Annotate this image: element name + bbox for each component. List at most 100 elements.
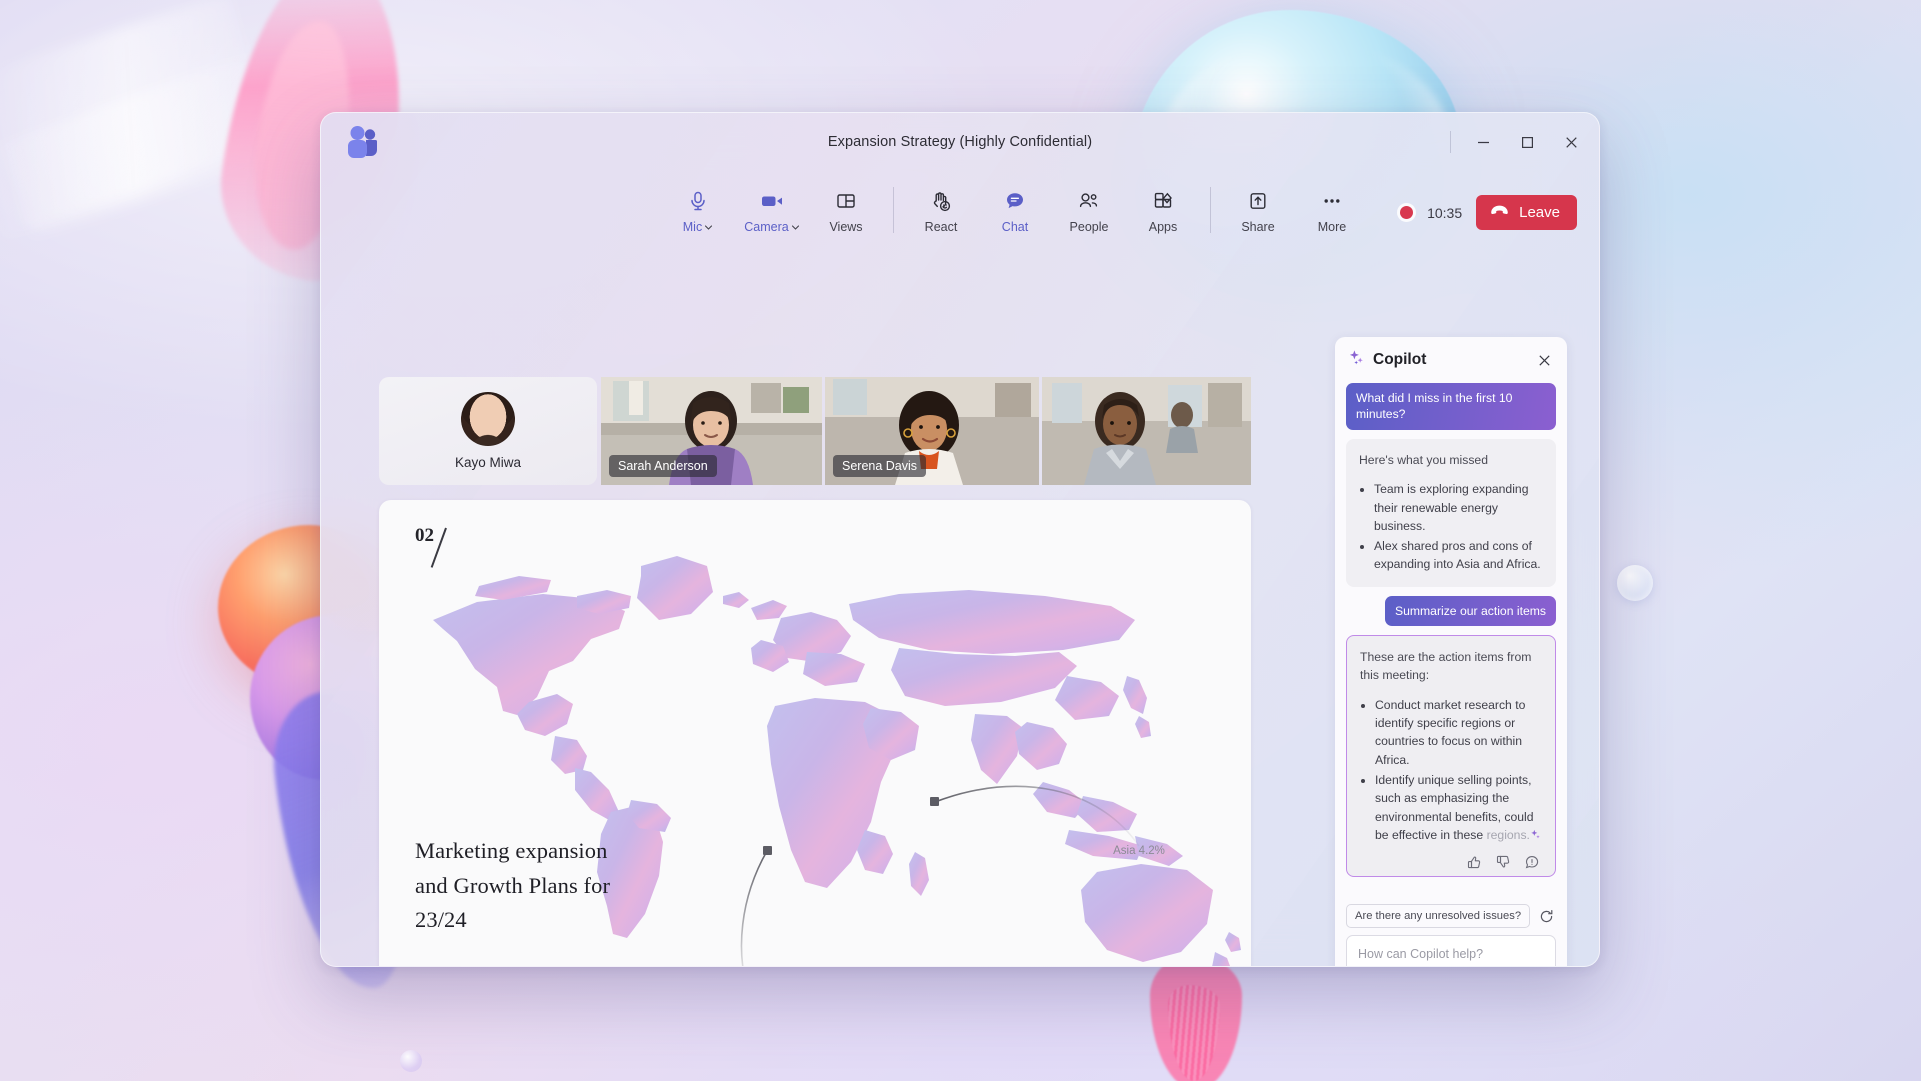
titlebar-divider xyxy=(1450,131,1451,153)
copilot-sparkle-icon xyxy=(1348,349,1365,371)
toolbar-item-react-text: React xyxy=(924,220,958,234)
copilot-response-1: Here's what you missed Team is exploring… xyxy=(1346,438,1556,587)
chevron-down-icon xyxy=(705,224,713,230)
leave-button[interactable]: Leave xyxy=(1476,195,1577,230)
apps-icon xyxy=(1152,189,1174,213)
list-item-tail: regions. xyxy=(1486,827,1530,842)
toolbar-divider-1 xyxy=(893,187,894,233)
toolbar-label-people: People xyxy=(1070,220,1109,234)
shared-slide[interactable]: 02 Asia 4.2% Marketing expansion and Gro… xyxy=(379,500,1251,966)
toolbar-label-share: Share xyxy=(1241,220,1274,234)
video-feed xyxy=(1042,377,1251,485)
toolbar-label-react: React xyxy=(925,220,958,234)
list-item: Team is exploring expanding their renewa… xyxy=(1374,480,1543,535)
views-grid-icon xyxy=(835,189,857,213)
copilot-response-2-bullets: Conduct market research to identify spec… xyxy=(1360,696,1542,844)
slide-title-line-3: 23/24 xyxy=(415,906,467,932)
copilot-conversation: What did I miss in the first 10 minutes?… xyxy=(1335,383,1567,894)
copilot-response-1-lead: Here's what you missed xyxy=(1359,452,1488,467)
copilot-user-message-2: Summarize our action items xyxy=(1384,595,1556,627)
copilot-response-2-lead: These are the action items from this mee… xyxy=(1360,650,1532,683)
close-icon[interactable] xyxy=(1549,122,1593,162)
meeting-toolbar: Mic Camera Views React Chat People Apps … xyxy=(321,171,1599,255)
thumbs-up-icon[interactable] xyxy=(1466,854,1482,870)
people-icon xyxy=(1077,189,1101,213)
report-info-icon[interactable] xyxy=(1524,854,1540,870)
slide-title-line-1: Marketing expansion xyxy=(415,838,608,864)
participant-name: Sarah Anderson xyxy=(609,454,717,477)
slide-title: Marketing expansion and Growth Plans for… xyxy=(415,834,610,937)
window-controls xyxy=(1450,113,1593,171)
video-tile-serena-davis[interactable]: Serena Davis xyxy=(825,377,1039,485)
toolbar-item-views-text: Views xyxy=(829,220,863,234)
slide-title-line-2: and Growth Plans for xyxy=(415,872,611,898)
hangup-phone-icon xyxy=(1490,204,1509,221)
toolbar-item-camera[interactable]: Camera xyxy=(735,181,809,234)
avatar xyxy=(461,392,515,446)
raise-hand-react-icon xyxy=(930,189,953,213)
chat-bubble-icon xyxy=(1004,189,1026,213)
list-item: Identify unique selling points, such as … xyxy=(1375,771,1542,844)
copilot-sparkle-icon xyxy=(1530,828,1541,842)
window-titlebar: Expansion Strategy (Highly Confidential) xyxy=(321,113,1599,171)
copilot-input-placeholder: How can Copilot help? xyxy=(1358,947,1484,961)
more-ellipsis-icon xyxy=(1321,189,1343,213)
toolbar-item-mic-text: Mic xyxy=(682,220,703,234)
bubble-decor-2 xyxy=(400,1050,422,1072)
participant-name: Kayo Miwa xyxy=(454,455,522,470)
meeting-timer: 10:35 xyxy=(1427,204,1463,221)
share-up-arrow-icon xyxy=(1247,189,1269,213)
toolbar-controls-group: Mic Camera Views React Chat People Apps … xyxy=(661,181,1369,234)
list-item: Alex shared pros and cons of expanding i… xyxy=(1374,537,1543,574)
toolbar-item-views[interactable]: Views xyxy=(809,181,883,234)
chevron-down-icon xyxy=(791,224,799,230)
toolbar-divider-2 xyxy=(1210,187,1211,233)
toolbar-label-mic: Mic xyxy=(683,220,713,234)
close-icon[interactable] xyxy=(1533,349,1555,371)
refresh-icon[interactable] xyxy=(1537,906,1556,926)
toolbar-item-people[interactable]: People xyxy=(1052,181,1126,234)
toolbar-item-apps-text: Apps xyxy=(1148,220,1178,234)
bubble-decor-1 xyxy=(1617,565,1653,601)
toolbar-label-apps: Apps xyxy=(1149,220,1178,234)
africa-leader-line xyxy=(740,846,772,966)
toolbar-label-chat: Chat xyxy=(1002,220,1028,234)
window-title: Expansion Strategy (Highly Confidential) xyxy=(827,134,1093,150)
toolbar-item-chat-text: Chat xyxy=(1001,220,1029,234)
teams-meeting-window: Expansion Strategy (Highly Confidential) xyxy=(320,112,1600,967)
toolbar-item-apps[interactable]: Apps xyxy=(1126,181,1200,234)
toolbar-item-share-text: Share xyxy=(1241,220,1275,234)
copilot-title: Copilot xyxy=(1373,351,1427,368)
toolbar-item-camera-text: Camera xyxy=(744,220,789,234)
video-gallery: Kayo Miwa Sarah Anderson Serena Davis xyxy=(379,377,1251,485)
copilot-suggestion-chip[interactable]: Are there any unresolved issues? xyxy=(1346,904,1531,928)
camera-icon xyxy=(760,189,784,213)
asia-data-label: Asia 4.2% xyxy=(1113,845,1165,857)
toolbar-item-share[interactable]: Share xyxy=(1221,181,1295,234)
microphone-icon xyxy=(687,189,709,213)
toolbar-item-react[interactable]: React xyxy=(904,181,978,234)
toolbar-label-more: More xyxy=(1318,220,1346,234)
maximize-icon[interactable] xyxy=(1505,122,1549,162)
copilot-suggestions-row: Are there any unresolved issues? xyxy=(1335,894,1567,935)
toolbar-label-camera: Camera xyxy=(744,220,799,234)
meeting-stage: Kayo Miwa Sarah Anderson Serena Davis 02… xyxy=(321,255,1599,966)
copilot-feedback-row xyxy=(1360,854,1542,870)
toolbar-item-mic[interactable]: Mic xyxy=(661,181,735,234)
copilot-input-box[interactable]: How can Copilot help? xyxy=(1346,935,1556,966)
copilot-response-2: These are the action items from this mee… xyxy=(1346,635,1556,878)
leave-button-label: Leave xyxy=(1519,204,1560,221)
video-tile-kayo-miwa[interactable]: Kayo Miwa xyxy=(379,377,597,485)
toolbar-label-views: Views xyxy=(829,220,862,234)
thumbs-down-icon[interactable] xyxy=(1495,854,1511,870)
copilot-user-message-1: What did I miss in the first 10 minutes? xyxy=(1346,383,1556,430)
video-tile-sarah-anderson[interactable]: Sarah Anderson xyxy=(601,377,822,485)
copilot-panel: Copilot What did I miss in the first 10 … xyxy=(1335,337,1567,966)
video-tile-participant-4[interactable] xyxy=(1042,377,1251,485)
toolbar-item-people-text: People xyxy=(1069,220,1109,234)
copilot-header: Copilot xyxy=(1335,337,1567,383)
toolbar-item-chat[interactable]: Chat xyxy=(978,181,1052,234)
toolbar-item-more[interactable]: More xyxy=(1295,181,1369,234)
recording-dot-icon xyxy=(1400,206,1414,219)
minimize-icon[interactable] xyxy=(1461,122,1505,162)
